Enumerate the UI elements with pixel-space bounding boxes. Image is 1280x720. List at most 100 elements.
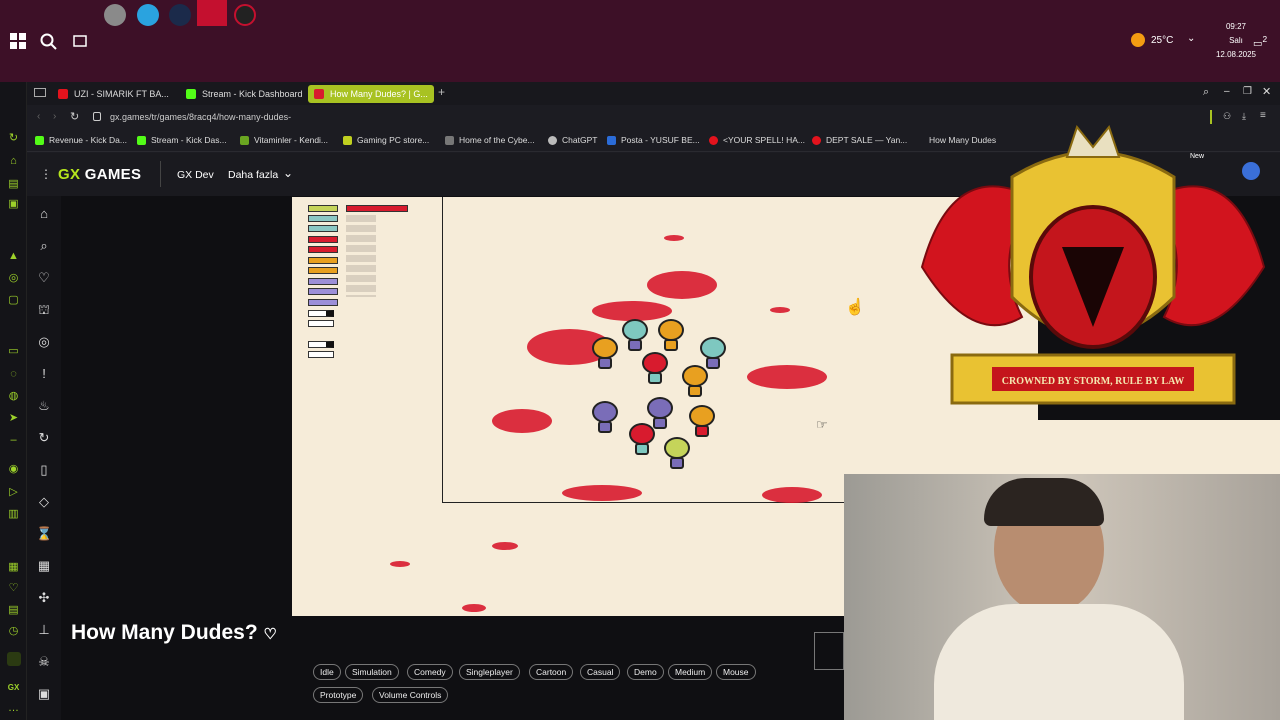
chevron-down-icon[interactable]: ⌄ [283,166,293,180]
opera-gx-icon[interactable] [197,0,227,26]
tag-casual[interactable]: Casual [580,664,621,680]
gx-corner-icon[interactable]: ▣ [7,198,20,211]
search-icon[interactable] [39,32,57,50]
gx-icon[interactable]: GX [7,681,20,694]
clock[interactable]: 09:27 Salı 12.08.2025 [1216,20,1256,62]
extensions-icon[interactable]: ▦ [7,561,20,574]
steam-icon[interactable] [169,4,191,26]
skull-icon[interactable]: ☠ [36,654,52,670]
gx-control-icon[interactable]: ⌂ [7,155,20,168]
speed-dial-icon[interactable]: ↻ [7,132,20,145]
fire-icon[interactable]: ♨ [36,398,52,414]
kebab-menu-icon[interactable]: ⋮ [40,167,52,181]
tag-demo[interactable]: Demo [627,664,664,680]
bookmark-label: Posta - YUSUF BE... [621,135,700,145]
heart-icon[interactable]: ♡ [36,270,52,286]
windows-start-icon[interactable] [9,32,27,50]
tag-cartoon[interactable]: Cartoon [529,664,574,680]
search-tabs-icon[interactable]: ⌕ [1203,86,1209,99]
bookmark-label: DEPT SALE — Yan... [826,135,908,145]
tag-prototype[interactable]: Prototype [313,687,364,703]
joystick-icon[interactable]: ⊥ [36,622,52,638]
weather-temp[interactable]: 25°C [1151,35,1173,46]
tag-medium[interactable]: Medium [668,664,713,680]
tab-how-many-dudes[interactable]: How Many Dudes? | G... [308,85,434,103]
search-icon[interactable]: ⌕ [36,238,52,254]
bookmark-item[interactable]: Stream - Kick Das... [137,135,227,145]
tab-kick-dashboard[interactable]: Stream - Kick Dashboard [180,85,304,103]
nav-more[interactable]: Daha fazla [228,169,278,181]
telegram-icon[interactable] [137,4,159,26]
bookmark-item[interactable]: Home of the Cybe... [445,135,535,145]
pinboard-icon[interactable]: ▲ [7,250,20,263]
player-icon[interactable]: ◉ [7,463,20,476]
tab-uzi[interactable]: UZI - SIMARIK FT BA... [52,85,172,103]
bookmark-label: Revenue - Kick Da... [49,135,127,145]
tag-mouse[interactable]: Mouse [716,664,756,680]
forward-icon[interactable]: › [53,111,56,122]
bookmark-item[interactable]: DEPT SALE — Yan... [812,135,907,145]
more-icon[interactable]: … [7,702,20,715]
puzzle-icon[interactable]: ✣ [36,590,52,606]
gx-cleaner-icon[interactable]: ▤ [7,178,20,191]
bookmark-item[interactable]: Gaming PC store... [343,135,429,145]
favorite-heart-icon[interactable]: ♡ [264,626,277,643]
tag-idle[interactable]: Idle [313,664,341,680]
nav-gx-dev[interactable]: GX Dev [177,169,214,181]
tab-island-icon[interactable] [34,88,46,97]
store-icon[interactable]: ⛫ [36,302,52,318]
app-icon-5[interactable] [234,4,256,26]
hud-bar [308,257,338,264]
tag-singleplayer[interactable]: Singleplayer [459,664,520,680]
minimize-icon[interactable]: – [1224,86,1230,97]
reload-icon[interactable]: ↻ [70,110,79,123]
new-tab-button[interactable]: + [438,85,445,99]
chevron-up-icon[interactable]: ⌄ [1187,33,1195,44]
dude [647,397,673,429]
bookmark-item[interactable]: <YOUR SPELL! HA... [709,135,805,145]
back-icon[interactable]: ‹ [37,111,40,122]
telegram-icon[interactable]: ➤ [7,412,20,425]
notification-icon[interactable]: ▭2 [1253,34,1267,49]
heart-icon[interactable]: ♡ [7,582,20,595]
compass-icon[interactable]: ◎ [36,334,52,350]
workspaces-icon[interactable]: ◎ [7,272,20,285]
app-icon-1[interactable] [104,4,126,26]
cup-icon[interactable]: ▯ [36,462,52,478]
action-button[interactable] [814,632,844,670]
crest-motto: CROWNED BY STORM, RULE BY LAW [1002,376,1184,387]
grid-icon[interactable]: ▦ [36,558,52,574]
play-icon[interactable]: ▷ [7,486,20,499]
tag-comedy[interactable]: Comedy [407,664,453,680]
bookmark-item[interactable]: ChatGPT [548,135,597,145]
clock-date: 12.08.2025 [1215,50,1256,59]
maximize-icon[interactable]: ❐ [1243,86,1252,97]
messenger-icon[interactable]: ▢ [7,294,20,307]
hud-bar [308,236,338,243]
tag-volume-controls[interactable]: Volume Controls [372,687,449,703]
tag-simulation[interactable]: Simulation [345,664,399,680]
twitch-icon[interactable]: ▭ [7,345,20,358]
discord-icon[interactable]: ◌ [7,368,20,381]
history-icon[interactable]: ▥ [7,508,20,521]
crest-overlay: CROWNED BY STORM, RULE BY LAW [920,124,1266,405]
close-icon[interactable]: ✕ [1262,85,1271,98]
alert-icon[interactable]: ! [36,366,52,382]
task-view-icon[interactable] [71,32,89,50]
diamond-icon[interactable]: ◇ [36,494,52,510]
hourglass-icon[interactable]: ⌛ [36,526,52,542]
bookmark-item[interactable]: Revenue - Kick Da... [35,135,127,145]
refresh-icon[interactable]: ↻ [36,430,52,446]
ai-icon[interactable] [7,652,21,666]
robot-icon[interactable]: ▣ [36,686,52,702]
bookmark-item[interactable]: Vitaminler - Kendi... [240,135,328,145]
clock-icon[interactable]: ◷ [7,625,20,638]
home-icon[interactable]: ⌂ [36,206,52,222]
hud-bar [308,288,338,295]
gx-games-logo[interactable]: GX GAMES [58,166,141,183]
bookmark-label: Gaming PC store... [357,135,430,145]
url-input[interactable]: gx.games/tr/games/8racq4/how-many-dudes- [110,112,291,122]
whatsapp-icon[interactable]: ◍ [7,390,20,403]
bookmarks-icon[interactable]: ▤ [7,604,20,617]
bookmark-item[interactable]: Posta - YUSUF BE... [607,135,700,145]
